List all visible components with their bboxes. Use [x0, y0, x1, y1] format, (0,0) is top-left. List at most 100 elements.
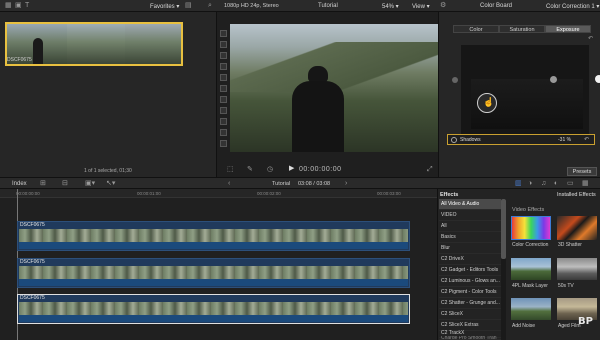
zoom-value: 54%: [382, 4, 395, 10]
shadows-puck[interactable]: ☝: [477, 93, 497, 113]
shadows-row[interactable]: Shadows -31 % ↶: [447, 134, 595, 145]
exposure-board[interactable]: ☝: [461, 45, 600, 137]
favorites-filter[interactable]: Favorites ▾: [150, 3, 179, 10]
view-label: View: [412, 4, 425, 10]
effect-thumb-color-correction[interactable]: [511, 216, 551, 240]
clip-waveform: [19, 315, 408, 322]
effects-category[interactable]: Charge Pro Smooth Tran: [439, 336, 501, 340]
tab-saturation[interactable]: Saturation: [499, 25, 545, 33]
clip-appearance-icon[interactable]: ▤: [185, 2, 192, 10]
effects-category[interactable]: Basics: [439, 232, 501, 243]
snapping-icon[interactable]: ◐: [554, 180, 558, 188]
photos-icon[interactable]: ▣: [15, 2, 22, 10]
skimming-icon[interactable]: ▥: [515, 180, 522, 188]
effects-category[interactable]: All Video & Audio: [439, 199, 501, 210]
effect-thumb-add-noise[interactable]: [511, 298, 551, 320]
presets-button[interactable]: Presets: [567, 167, 597, 176]
effects-category[interactable]: C2 Pigment - Color Tools: [439, 287, 501, 298]
video-frame[interactable]: [230, 24, 438, 152]
effects-category[interactable]: All: [439, 221, 501, 232]
timeline-panel: 00:00:00:00 00:00:01:00 00:00:02:00 00:0…: [0, 189, 437, 340]
effect-thumb-50s-tv[interactable]: [557, 258, 597, 280]
fullscreen-icon[interactable]: ⤢: [427, 166, 433, 174]
effects-category[interactable]: C2 DriveX: [439, 254, 501, 265]
correction-name: Color Correction 1: [546, 4, 595, 10]
viewer-tool-icon[interactable]: [220, 52, 227, 59]
clip-frame: [67, 24, 125, 64]
video-scope-icon[interactable]: ◑: [528, 180, 532, 188]
ruler-mark: 00:00:02:00: [257, 191, 281, 196]
timeline-clip[interactable]: DSCF0675: [17, 258, 410, 288]
headphones-icon[interactable]: ♫: [541, 180, 546, 188]
search-icon[interactable]: ⌕: [208, 2, 212, 10]
timeline-ruler[interactable]: 00:00:00:00 00:00:01:00 00:00:02:00 00:0…: [0, 189, 437, 198]
clip-appearance-icon[interactable]: ▭: [567, 180, 574, 188]
viewer-tool-icon[interactable]: [220, 74, 227, 81]
forward-arrow-icon[interactable]: ›: [345, 180, 347, 188]
crop-icon[interactable]: ⬚: [227, 166, 234, 174]
inspector-panel: Color Saturation Exposure ↶ ☝ Shadows -3…: [438, 12, 600, 177]
retime-icon[interactable]: ◷: [267, 166, 273, 174]
titles-icon[interactable]: T: [25, 2, 29, 10]
viewer-tool-icon[interactable]: [220, 41, 227, 48]
back-arrow-icon[interactable]: ‹: [228, 180, 230, 188]
tab-exposure[interactable]: Exposure: [545, 25, 591, 33]
effect-thumb-mask-layer[interactable]: [511, 258, 551, 280]
reset-icon[interactable]: ↶: [584, 136, 589, 143]
clip-filmstrip: [19, 229, 408, 242]
append-icon[interactable]: ⊞: [40, 180, 46, 188]
view-menu[interactable]: View ▾: [412, 3, 430, 10]
ruler-mark: 00:00:03:00: [377, 191, 401, 196]
correction-menu[interactable]: Color Correction 1 ▾: [546, 3, 599, 10]
viewer-tool-icon[interactable]: [220, 96, 227, 103]
global-puck[interactable]: [452, 77, 458, 83]
effects-scrollbar[interactable]: [501, 199, 506, 340]
effects-category[interactable]: C2 Gadget - Editors Tools: [439, 265, 501, 276]
effects-category[interactable]: Blur: [439, 243, 501, 254]
tab-color-label: Color: [469, 27, 483, 33]
index-button[interactable]: Index: [12, 181, 27, 187]
clip-label: DSCF0675: [20, 295, 45, 301]
midtones-puck[interactable]: [550, 76, 557, 83]
hand-cursor-icon: ☝: [483, 97, 495, 107]
viewer-tool-icon[interactable]: [220, 129, 227, 136]
effect-label: Color Correction: [512, 242, 549, 248]
tab-color[interactable]: Color: [453, 25, 499, 33]
shadows-value[interactable]: -31 %: [558, 137, 571, 143]
ruler-mark: 00:00:01:00: [137, 191, 161, 196]
clip-filmstrip: [19, 266, 408, 279]
timeline-clip-selected[interactable]: DSCF0675: [17, 294, 410, 324]
viewer-tool-icon[interactable]: [220, 85, 227, 92]
reset-icon[interactable]: ↶: [588, 35, 593, 43]
viewer-tool-icon[interactable]: [220, 140, 227, 147]
library-icon[interactable]: ▦: [5, 2, 12, 10]
edit-mode-icon[interactable]: ▣▾: [85, 180, 95, 188]
effects-category[interactable]: C2 SliceX: [439, 309, 501, 320]
timeline-clip[interactable]: DSCF0675: [17, 221, 410, 251]
effects-category[interactable]: VIDEO: [439, 210, 501, 221]
viewer-tool-icon[interactable]: [220, 107, 227, 114]
connect-icon[interactable]: ⊟: [62, 180, 68, 188]
highlights-puck[interactable]: [595, 75, 600, 83]
installed-effects-label: Installed Effects: [557, 192, 596, 198]
viewer-tool-icon[interactable]: [220, 63, 227, 70]
viewer-format: 1080p HD 24p, Stereo: [224, 3, 279, 9]
scrollbar-thumb[interactable]: [501, 199, 506, 259]
timeline-toolbar: Index ⊞ ⊟ ▣▾ ↖▾ ‹ Tutorial 03:08 / 03:08…: [0, 177, 600, 189]
inspector-icon[interactable]: ⚙: [440, 2, 446, 10]
browser-panel: DSCF0675 1 of 1 selected, 01;30: [0, 12, 216, 177]
clip-label: DSCF0675: [20, 259, 45, 265]
effect-thumb-3d-shatter[interactable]: [557, 216, 597, 240]
select-tool-icon[interactable]: ↖▾: [106, 180, 115, 188]
viewer-tool-icon[interactable]: [220, 30, 227, 37]
presets-label: Presets: [572, 169, 592, 175]
enhance-icon[interactable]: ✎: [247, 166, 253, 174]
timeline-project-name: Tutorial: [272, 181, 291, 187]
zoom-menu[interactable]: 54% ▾: [382, 3, 399, 10]
play-icon[interactable]: ▶: [289, 165, 294, 173]
effects-category[interactable]: C2 Shatter - Grunge and...: [439, 298, 501, 309]
clip-label: DSCF0675: [20, 222, 45, 228]
viewer-tool-icon[interactable]: [220, 118, 227, 125]
effects-category[interactable]: C2 Luminous - Glows an...: [439, 276, 501, 287]
effects-browser-icon[interactable]: ▦: [582, 180, 589, 188]
